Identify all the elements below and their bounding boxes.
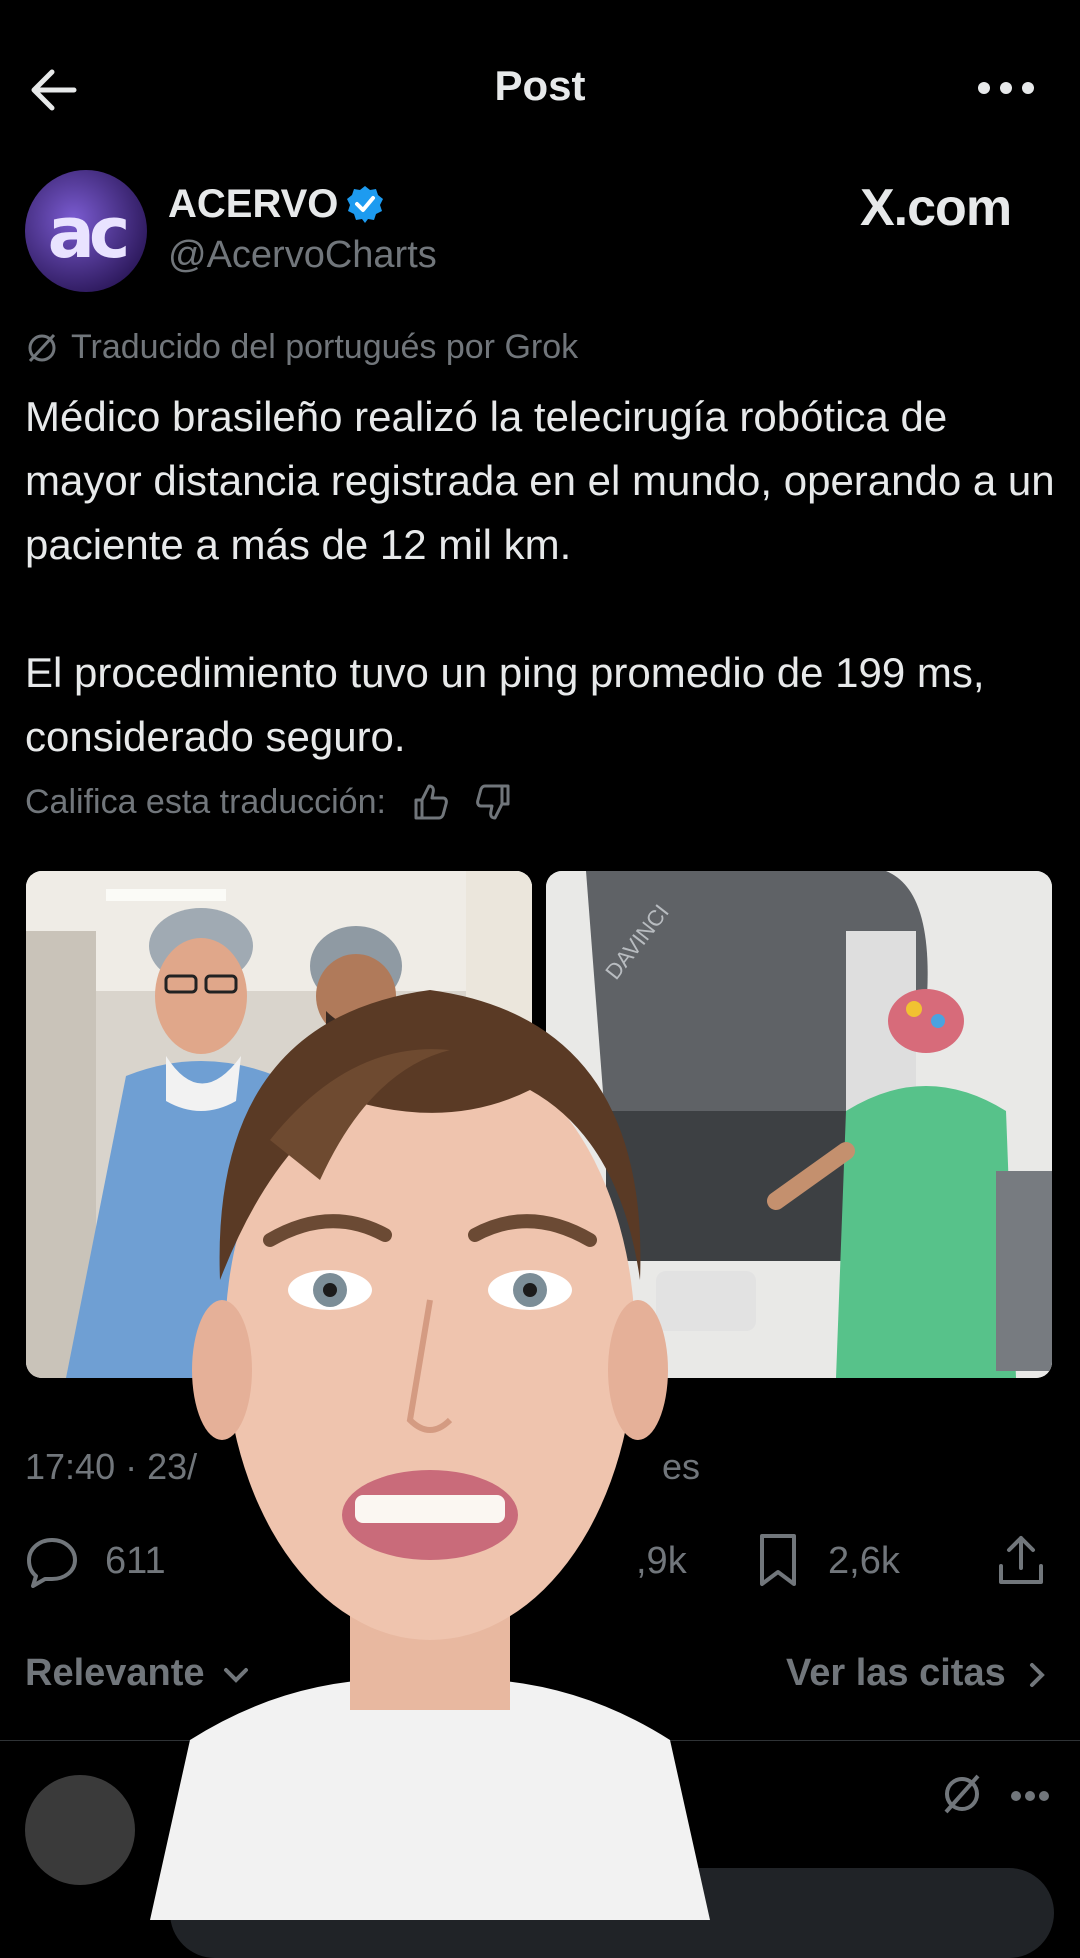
more-options-icon[interactable] <box>976 78 1036 98</box>
presenter-overlay-image <box>150 990 710 1920</box>
bookmark-icon[interactable] <box>756 1532 800 1588</box>
thumbs-up-icon[interactable] <box>410 782 450 822</box>
reply-more-icon[interactable] <box>1010 1790 1050 1802</box>
xcom-watermark: X.com <box>860 179 1012 237</box>
rate-translation: Califica esta traducción: <box>25 782 514 822</box>
chevron-right-icon <box>1030 1662 1046 1687</box>
reply-icon[interactable] <box>25 1536 79 1588</box>
post-text: Médico brasileño realizó la telecirugía … <box>25 393 1055 760</box>
reply-avatar[interactable] <box>25 1775 135 1885</box>
translation-note: Traducido del portugués por Grok <box>25 328 578 367</box>
author-handle[interactable]: @AcervoCharts <box>168 234 437 277</box>
translation-note-text: Traducido del portugués por Grok <box>71 328 579 366</box>
grok-icon <box>28 333 56 362</box>
grok-icon[interactable] <box>940 1772 984 1816</box>
verified-badge-icon <box>347 186 383 223</box>
view-quotes-link[interactable]: Ver las citas <box>786 1652 1050 1695</box>
author-name[interactable]: ACERVO <box>168 182 338 227</box>
thumbs-down-icon[interactable] <box>474 782 514 822</box>
share-icon[interactable] <box>996 1532 1046 1588</box>
bookmark-count: 2,6k <box>828 1540 900 1582</box>
rate-translation-label: Califica esta traducción: <box>25 782 386 821</box>
page-title: Post <box>494 62 586 109</box>
author-avatar[interactable]: ac <box>25 170 147 292</box>
avatar-logo-text: ac <box>47 192 131 274</box>
view-quotes-label: Ver las citas <box>786 1652 1006 1694</box>
